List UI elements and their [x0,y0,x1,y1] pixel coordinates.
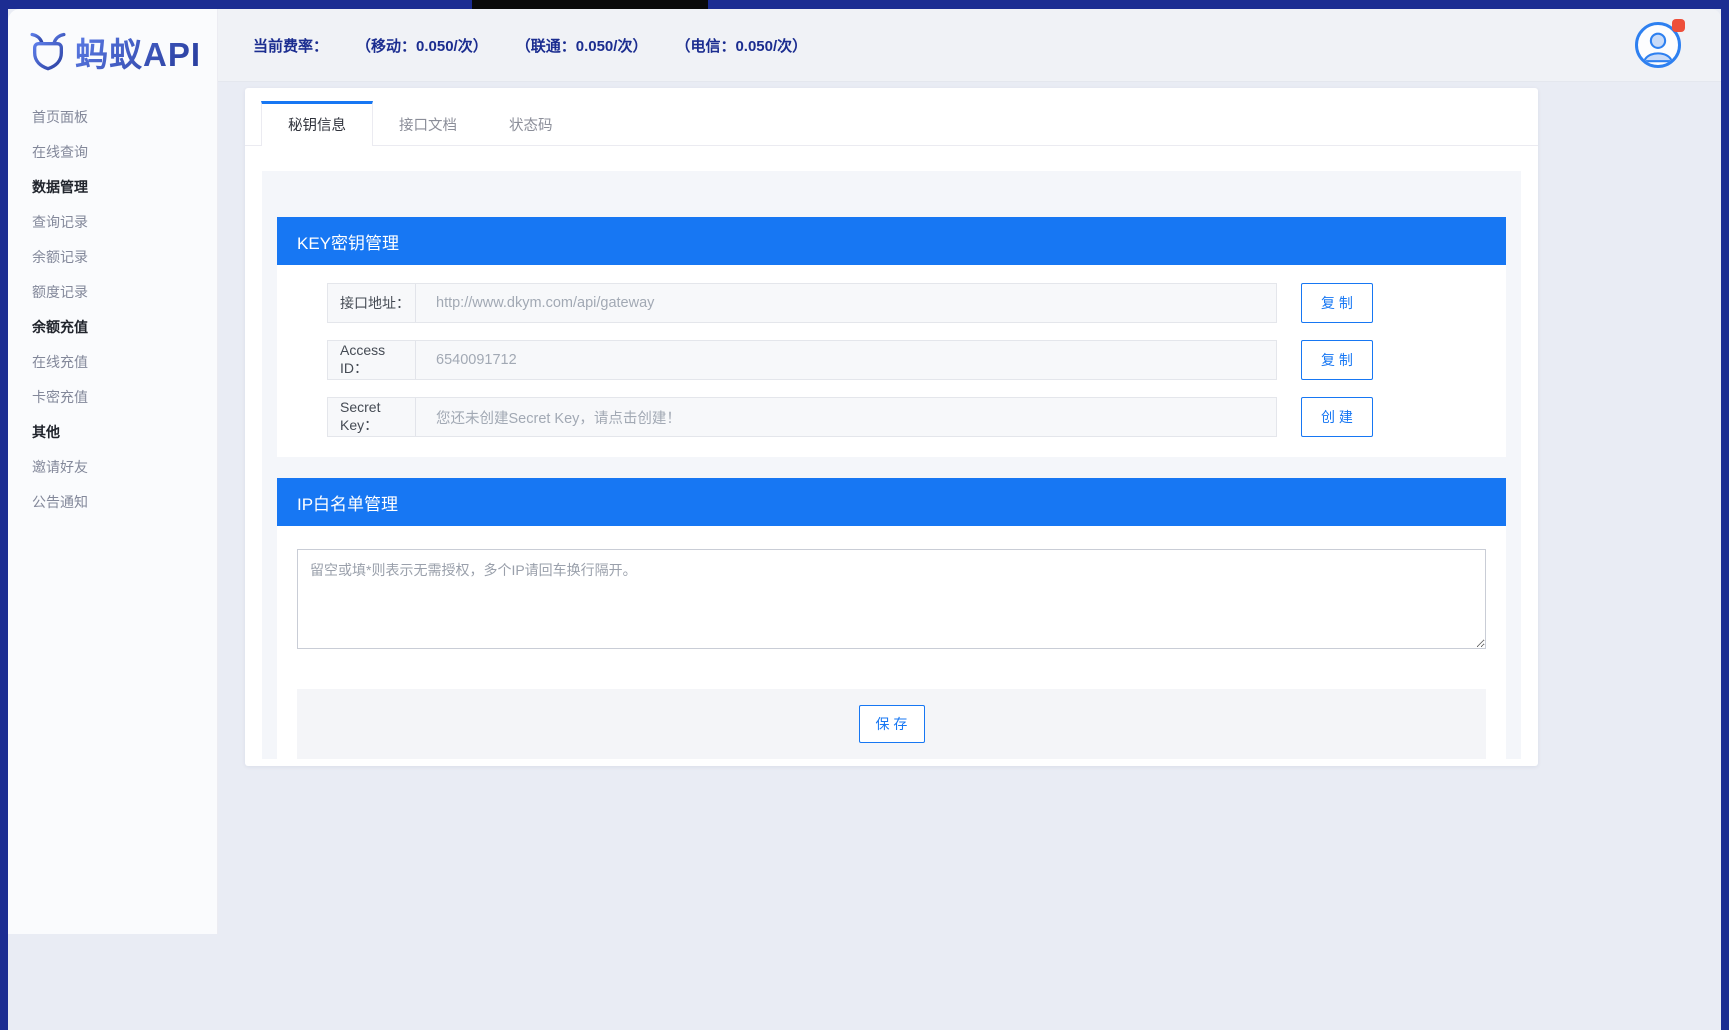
content-card: 秘钥信息 接口文档 状态码 KEY密钥管理 接口地址： [245,88,1538,766]
field-row-api-url: 接口地址： 复 制 [327,283,1486,323]
logo: 蚂蚁API [8,9,217,95]
sidebar-group-data: 数据管理 [8,169,217,204]
sidebar-menu: 首页面板 在线查询 数据管理 查询记录 余额记录 额度记录 余额充值 在线充值 … [8,95,217,519]
tab-api-docs[interactable]: 接口文档 [373,101,483,145]
copy-api-url-button[interactable]: 复 制 [1301,283,1373,323]
logo-text: 蚂蚁API [75,28,201,76]
ip-whitelist-body: 保 存 [277,526,1506,759]
notification-badge [1672,19,1685,32]
main-content: 秘钥信息 接口文档 状态码 KEY密钥管理 接口地址： [218,82,1721,1030]
sidebar-item-invite-friends[interactable]: 邀请好友 [8,449,217,484]
secret-key-input[interactable] [416,398,1276,436]
access-id-label: Access ID： [328,341,416,379]
user-icon [1639,27,1677,65]
key-management-body: 接口地址： 复 制 Access ID： 复 制 [277,265,1506,457]
user-avatar[interactable] [1635,22,1681,68]
tab-status-codes[interactable]: 状态码 [483,101,579,145]
api-url-input[interactable] [416,284,1276,322]
api-url-label: 接口地址： [328,284,416,322]
sidebar-item-balance-records[interactable]: 余额记录 [8,239,217,274]
ip-whitelist-header: IP白名单管理 [277,478,1506,526]
secret-key-label: Secret Key： [328,398,416,436]
copy-access-id-button[interactable]: 复 制 [1301,340,1373,380]
window-frame-left [0,0,8,1030]
rate-mobile: （移动：0.050/次） [356,35,488,56]
field-row-secret-key: Secret Key： 创 建 [327,397,1486,437]
window-frame-right [1721,0,1729,1030]
tab-panel: KEY密钥管理 接口地址： 复 制 Access ID： [262,171,1521,759]
key-management-section: KEY密钥管理 接口地址： 复 制 Access ID： [277,217,1506,457]
sidebar-item-query-records[interactable]: 查询记录 [8,204,217,239]
sidebar-item-announcements[interactable]: 公告通知 [8,484,217,519]
sidebar-group-recharge: 余额充值 [8,309,217,344]
access-id-field-box: Access ID： [327,340,1277,380]
sidebar: 蚂蚁API 首页面板 在线查询 数据管理 查询记录 余额记录 额度记录 余额充值… [8,9,218,934]
rate-telecom: （电信：0.050/次） [675,35,807,56]
tab-bar: 秘钥信息 接口文档 状态码 [245,101,1538,146]
ip-whitelist-title: IP白名单管理 [297,490,398,515]
save-bar: 保 存 [297,689,1486,759]
window-frame-top [0,0,1729,9]
save-button[interactable]: 保 存 [859,705,925,743]
sidebar-item-card-recharge[interactable]: 卡密充值 [8,379,217,414]
page: 蚂蚁API 首页面板 在线查询 数据管理 查询记录 余额记录 额度记录 余额充值… [0,0,1729,1030]
field-row-access-id: Access ID： 复 制 [327,340,1486,380]
access-id-input[interactable] [416,341,1276,379]
ant-logo-icon [28,32,68,72]
key-management-title: KEY密钥管理 [297,229,399,254]
key-management-header: KEY密钥管理 [277,217,1506,265]
sidebar-item-online-recharge[interactable]: 在线充值 [8,344,217,379]
ip-whitelist-section: IP白名单管理 保 存 [277,478,1506,759]
rate-label: 当前费率： [253,35,328,56]
secret-key-field-box: Secret Key： [327,397,1277,437]
sidebar-item-quota-records[interactable]: 额度记录 [8,274,217,309]
api-url-field-box: 接口地址： [327,283,1277,323]
tab-key-info[interactable]: 秘钥信息 [261,101,373,145]
ip-whitelist-textarea[interactable] [297,549,1486,649]
sidebar-item-home[interactable]: 首页面板 [8,99,217,134]
rate-unicom: （联通：0.050/次） [516,35,648,56]
sidebar-item-online-query[interactable]: 在线查询 [8,134,217,169]
rate-info: 当前费率： （移动：0.050/次） （联通：0.050/次） （电信：0.05… [218,35,807,56]
sidebar-group-other: 其他 [8,414,217,449]
topbar: 当前费率： （移动：0.050/次） （联通：0.050/次） （电信：0.05… [218,9,1721,82]
create-secret-key-button[interactable]: 创 建 [1301,397,1373,437]
window-frame-black-segment [472,0,708,9]
